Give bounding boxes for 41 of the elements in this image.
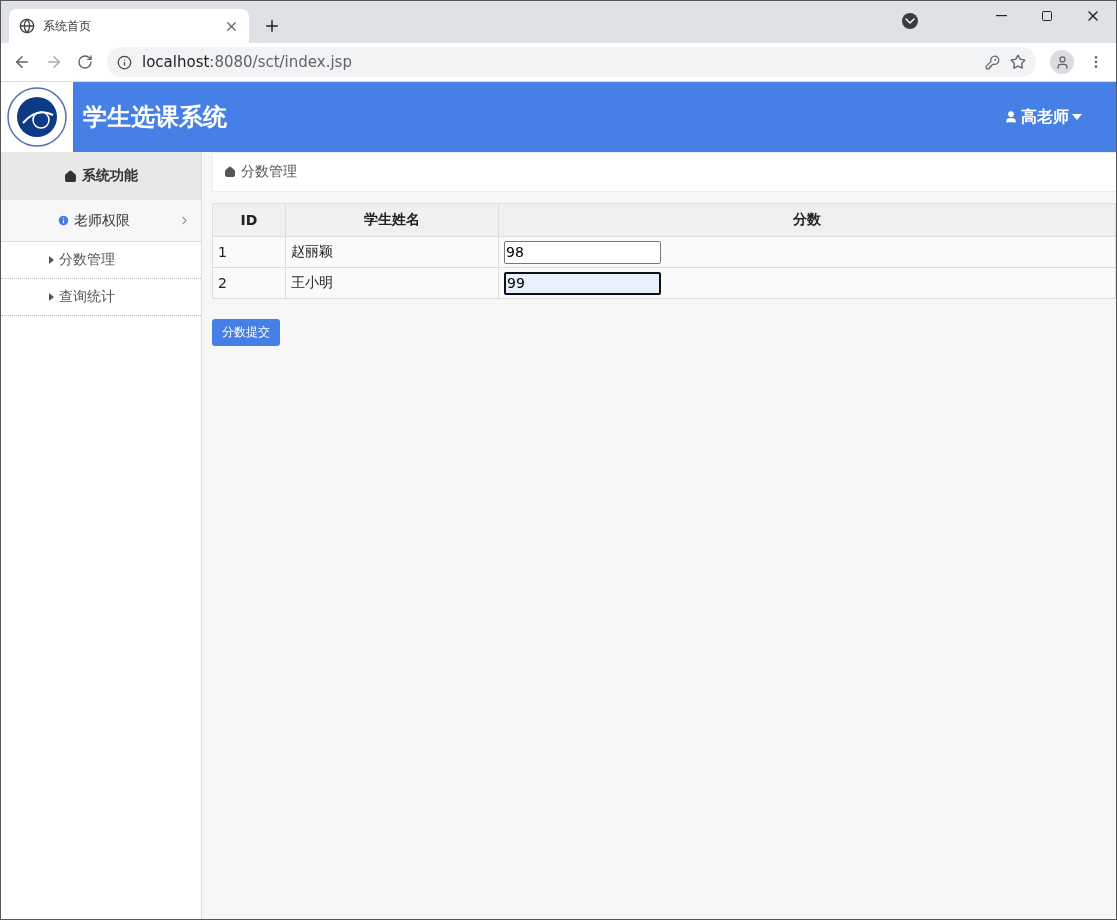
sidebar-item[interactable]: 分数管理 — [1, 242, 201, 279]
score-input[interactable]: 99 — [504, 271, 661, 295]
back-button[interactable] — [13, 53, 31, 71]
system-title: 学生选课系统 — [83, 102, 228, 133]
url-text: localhost:8080/sct/index.jsp — [142, 53, 353, 71]
info-icon — [117, 54, 132, 70]
new-tab-button[interactable] — [263, 17, 281, 35]
globe-icon — [19, 18, 35, 34]
id-cell: 2 — [212, 267, 286, 299]
column-header: 分数 — [498, 203, 1116, 237]
user-icon — [1004, 110, 1018, 124]
caret-icon — [49, 293, 54, 301]
minimize-icon — [995, 15, 1007, 17]
submit-button[interactable]: 分数提交 — [212, 319, 280, 346]
sidebar-group[interactable]: 老师权限 — [1, 200, 201, 242]
user-menu[interactable]: 高老师 — [1004, 106, 1082, 128]
home-icon — [64, 169, 77, 183]
browser-tab[interactable]: 系统首页 — [9, 9, 249, 43]
profile-button[interactable] — [1050, 50, 1074, 74]
address-bar[interactable]: localhost:8080/sct/index.jsp — [107, 47, 1036, 77]
column-header: ID — [212, 203, 286, 237]
id-cell: 1 — [212, 236, 286, 268]
maximize-icon — [1041, 10, 1053, 22]
breadcrumb-text: 分数管理 — [241, 163, 297, 181]
caret-icon — [49, 256, 54, 264]
info-icon — [57, 214, 70, 227]
column-header: 学生姓名 — [285, 203, 499, 237]
key-icon[interactable] — [985, 54, 1000, 70]
sidebar-heading-text: 系统功能 — [82, 167, 138, 185]
person-icon — [1054, 54, 1070, 70]
reload-button[interactable] — [77, 54, 93, 70]
name-cell: 赵丽颖 — [285, 236, 499, 268]
caret-icon — [1072, 114, 1082, 120]
name-cell: 王小明 — [285, 267, 499, 299]
university-logo — [7, 87, 67, 147]
tab-search-button[interactable] — [902, 11, 918, 31]
sidebar-item[interactable]: 查询统计 — [1, 279, 201, 316]
bookmark-star-button[interactable] — [1010, 54, 1026, 70]
score-input[interactable]: 98 — [504, 240, 661, 264]
home-icon — [224, 166, 236, 178]
tab-title: 系统首页 — [43, 17, 92, 35]
